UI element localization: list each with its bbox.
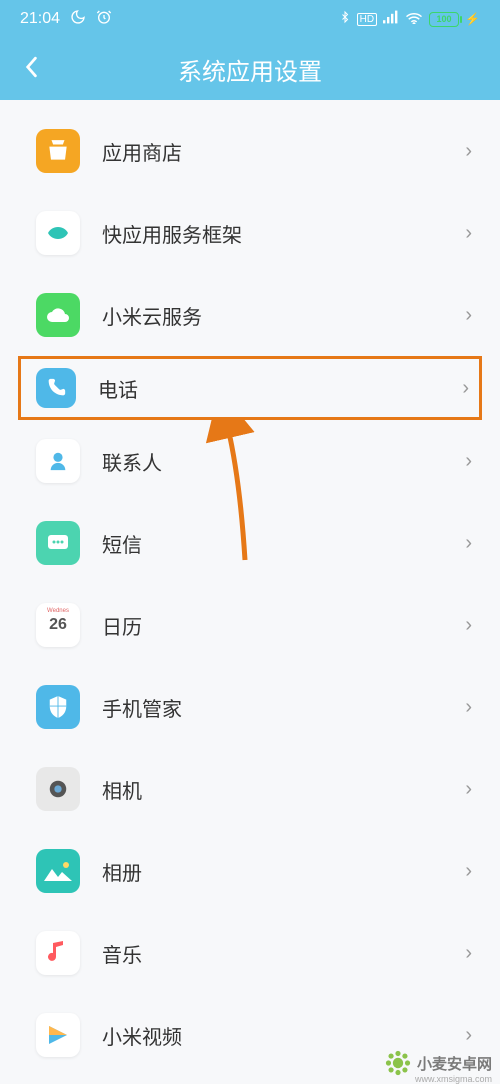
item-label: 手机管家: [102, 693, 465, 722]
item-phone[interactable]: 电话 ›: [18, 356, 482, 420]
mi-video-icon: [36, 1013, 80, 1057]
chevron-right-icon: ›: [465, 860, 472, 883]
item-contacts[interactable]: 联系人 ›: [0, 420, 500, 502]
watermark-text: 小麦安卓网: [417, 1053, 492, 1074]
chevron-right-icon: ›: [465, 532, 472, 555]
status-right: HD 100 ⚡: [339, 9, 480, 30]
music-icon: [36, 931, 80, 975]
item-label: 相册: [102, 857, 465, 886]
page-title: 系统应用设置: [20, 52, 480, 87]
app-store-icon: [36, 129, 80, 173]
battery-icon: 100: [429, 12, 459, 27]
alarm-icon: [96, 9, 112, 30]
bluetooth-icon: [339, 9, 351, 30]
item-calendar[interactable]: Wednes 26 日历 ›: [0, 584, 500, 666]
item-label: 应用商店: [102, 137, 465, 166]
item-label: 小米视频: [102, 1021, 465, 1050]
back-button[interactable]: [24, 54, 38, 85]
header: 系统应用设置: [0, 38, 500, 100]
calendar-day: 26: [49, 616, 67, 634]
moon-icon: [70, 9, 86, 30]
chevron-right-icon: ›: [465, 140, 472, 163]
gallery-icon: [36, 849, 80, 893]
wifi-icon: [405, 10, 423, 29]
chevron-right-icon: ›: [465, 304, 472, 327]
chevron-right-icon: ›: [465, 942, 472, 965]
item-app-store[interactable]: 应用商店 ›: [0, 110, 500, 192]
item-gallery[interactable]: 相册 ›: [0, 830, 500, 912]
contacts-icon: [36, 439, 80, 483]
security-icon: [36, 685, 80, 729]
chevron-right-icon: ›: [465, 222, 472, 245]
item-label: 日历: [102, 611, 465, 640]
watermark: 小麦安卓网 www.xmsigma.com: [385, 1050, 492, 1076]
item-camera[interactable]: 相机 ›: [0, 748, 500, 830]
messages-icon: [36, 521, 80, 565]
item-label: 短信: [102, 529, 465, 558]
mi-cloud-icon: [36, 293, 80, 337]
phone-icon: [36, 368, 76, 408]
item-label: 联系人: [102, 447, 465, 476]
item-label: 电话: [98, 374, 462, 403]
charging-icon: ⚡: [465, 12, 480, 26]
chevron-right-icon: ›: [465, 778, 472, 801]
item-quick-apps[interactable]: 快应用服务框架 ›: [0, 192, 500, 274]
watermark-logo-icon: [385, 1050, 411, 1076]
camera-icon: [36, 767, 80, 811]
chevron-right-icon: ›: [465, 1024, 472, 1047]
item-security[interactable]: 手机管家 ›: [0, 666, 500, 748]
item-label: 相机: [102, 775, 465, 804]
item-messages[interactable]: 短信 ›: [0, 502, 500, 584]
chevron-right-icon: ›: [462, 377, 469, 400]
battery-level: 100: [437, 14, 452, 24]
calendar-icon: Wednes 26: [36, 603, 80, 647]
item-label: 快应用服务框架: [102, 219, 465, 248]
status-time: 21:04: [20, 10, 60, 28]
item-mi-cloud[interactable]: 小米云服务 ›: [0, 274, 500, 356]
status-left: 21:04: [20, 9, 112, 30]
chevron-right-icon: ›: [465, 450, 472, 473]
chevron-right-icon: ›: [465, 696, 472, 719]
hd-icon: HD: [357, 13, 377, 26]
watermark-url: www.xmsigma.com: [415, 1074, 492, 1084]
quick-apps-icon: [36, 211, 80, 255]
signal-icon: [383, 10, 399, 29]
chevron-right-icon: ›: [465, 614, 472, 637]
item-label: 小米云服务: [102, 301, 465, 330]
app-list: 应用商店 › 快应用服务框架 › 小米云服务 › 电话 › 联系人 › 短信: [0, 100, 500, 1076]
item-music[interactable]: 音乐 ›: [0, 912, 500, 994]
item-label: 音乐: [102, 939, 465, 968]
status-bar: 21:04 HD 100 ⚡: [0, 0, 500, 38]
